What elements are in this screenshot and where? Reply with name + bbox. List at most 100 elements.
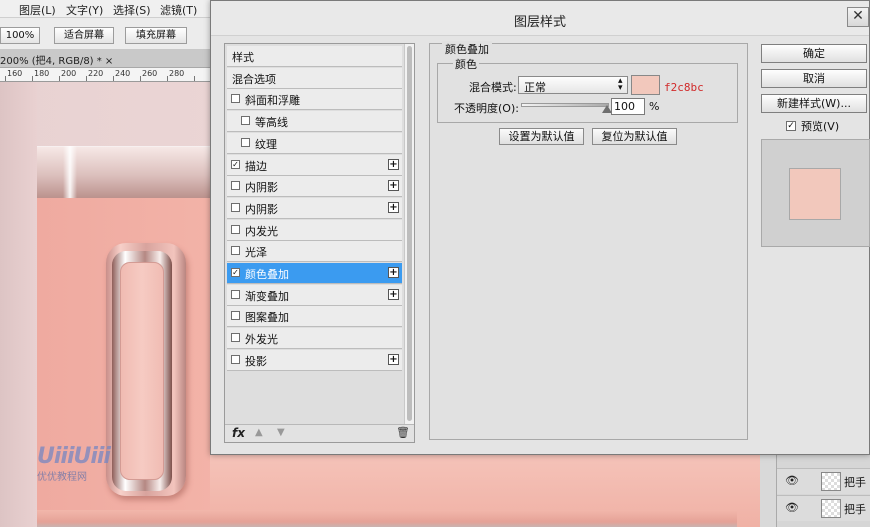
style-item[interactable]: 斜面和浮雕 xyxy=(227,89,402,111)
checkbox[interactable] xyxy=(241,116,250,126)
color-hex-label: f2c8bc xyxy=(664,81,704,94)
opacity-unit: % xyxy=(649,100,660,113)
style-item[interactable]: 图案叠加 xyxy=(227,306,402,328)
canvas-bottom-edge xyxy=(37,510,737,527)
canvas-handle-inner xyxy=(120,262,164,480)
style-item-label: 外发光 xyxy=(245,333,278,347)
add-icon[interactable]: + xyxy=(388,353,399,365)
style-item-label: 内阴影 xyxy=(245,202,278,216)
style-item-label: 内发光 xyxy=(245,224,278,238)
reset-default-button[interactable]: 复位为默认值 xyxy=(592,128,677,145)
document-tab[interactable]: 200% (把4, RGB/8) * × xyxy=(0,50,210,68)
ruler-tick-label: 180 xyxy=(34,69,50,78)
new-style-button[interactable]: 新建样式(W)... xyxy=(761,94,867,113)
set-default-button[interactable]: 设置为默认值 xyxy=(499,128,584,145)
opacity-input[interactable]: 100 xyxy=(611,98,645,115)
eye-icon[interactable]: 👁 xyxy=(785,474,799,487)
move-up-icon[interactable]: ▲ xyxy=(255,427,263,438)
checkbox[interactable] xyxy=(231,224,240,234)
blend-mode-value: 正常 xyxy=(524,81,546,94)
eye-icon[interactable]: 👁 xyxy=(785,501,799,514)
menu-filter[interactable]: 滤镜(T) xyxy=(160,2,197,18)
style-item[interactable]: 渐变叠加 + xyxy=(227,284,402,306)
style-item-label: 颜色叠加 xyxy=(245,268,289,281)
ruler-tick-label: 200 xyxy=(61,69,77,78)
style-item[interactable]: 内阴影 + xyxy=(227,197,402,219)
style-item-label: 描边 xyxy=(245,159,267,173)
add-icon[interactable]: + xyxy=(388,180,399,192)
menu-layer[interactable]: 图层(L) xyxy=(19,2,56,18)
checkbox[interactable] xyxy=(231,354,240,364)
chevron-updown-icon: ▴ ▾ xyxy=(618,76,623,93)
layer-row[interactable]: 👁 把手 xyxy=(777,495,870,521)
watermark-logo: UiiiUiii xyxy=(37,444,111,469)
checkbox-checked[interactable]: ✓ xyxy=(231,159,240,169)
add-icon[interactable]: + xyxy=(388,158,399,170)
scrollbar-thumb[interactable] xyxy=(407,46,412,421)
checkbox-checked[interactable]: ✓ xyxy=(231,268,240,277)
ruler-tick-label: 160 xyxy=(7,69,23,78)
layer-name: 把手 xyxy=(844,503,866,516)
style-item[interactable]: 样式 xyxy=(227,46,402,67)
checkbox[interactable] xyxy=(231,181,240,191)
style-item[interactable]: 投影 + xyxy=(227,349,402,371)
blend-mode-select[interactable]: 正常 ▴ ▾ xyxy=(518,76,628,94)
options-bar: 100% 适合屏幕 填充屏幕 xyxy=(0,18,210,50)
blend-mode-label: 混合模式: xyxy=(469,81,517,94)
checkbox[interactable] xyxy=(231,246,240,256)
panel-group-title: 颜色叠加 xyxy=(442,41,492,57)
add-icon[interactable]: + xyxy=(388,267,399,278)
ok-button[interactable]: 确定 xyxy=(761,44,867,63)
color-swatch[interactable] xyxy=(631,75,660,95)
checkbox[interactable] xyxy=(241,137,250,147)
add-icon[interactable]: + xyxy=(388,201,399,213)
style-item[interactable]: ✓ 颜色叠加 + xyxy=(227,263,402,284)
style-item[interactable]: 内发光 xyxy=(227,219,402,241)
style-item-label: 等高线 xyxy=(255,116,288,130)
style-item[interactable]: 等高线 xyxy=(227,111,402,133)
add-icon[interactable]: + xyxy=(388,288,399,300)
fill-screen-button[interactable]: 填充屏幕 xyxy=(125,27,187,44)
ruler-tick-label: 260 xyxy=(142,69,158,78)
checkbox[interactable] xyxy=(231,333,240,343)
style-list: 样式 混合选项 斜面和浮雕 等高线 纹理 ✓ 描边 + 内阴影 + 内阴影 + 内发光 光泽 ✓ 颜色叠加 + 渐… xyxy=(224,43,415,443)
zoom-field[interactable]: 100% xyxy=(0,27,40,44)
checkbox[interactable] xyxy=(231,202,240,212)
style-item[interactable]: ✓ 描边 + xyxy=(227,154,402,176)
style-item-label: 斜面和浮雕 xyxy=(245,94,300,108)
layer-row[interactable]: 👁 把手 xyxy=(777,468,870,494)
dialog-title: 图层样式 xyxy=(513,15,566,30)
style-item[interactable]: 外发光 xyxy=(227,328,402,350)
checkbox[interactable] xyxy=(231,311,240,321)
menu-select[interactable]: 选择(S) xyxy=(113,2,151,18)
style-item[interactable]: 光泽 xyxy=(227,241,402,263)
move-down-icon[interactable]: ▼ xyxy=(277,427,285,438)
layer-thumbnail xyxy=(821,472,841,491)
style-item[interactable]: 混合选项 xyxy=(227,67,402,89)
style-item-label: 投影 xyxy=(245,354,267,368)
opacity-slider[interactable] xyxy=(521,103,609,107)
fx-icon[interactable]: fx xyxy=(232,426,245,440)
trash-icon[interactable]: 🗑 xyxy=(396,426,410,439)
style-item[interactable]: 纹理 xyxy=(227,132,402,154)
checkbox[interactable] xyxy=(231,94,240,104)
opacity-label: 不透明度(O): xyxy=(454,102,519,115)
dialog-titlebar[interactable]: 图层样式 ✕ xyxy=(211,1,869,36)
color-section-title: 颜色 xyxy=(453,56,479,72)
fit-screen-button[interactable]: 适合屏幕 xyxy=(54,27,114,44)
style-item-label: 内阴影 xyxy=(245,181,278,195)
layer-thumbnail xyxy=(821,499,841,518)
checkbox[interactable] xyxy=(231,289,240,299)
canvas-left-shadow xyxy=(0,82,37,527)
style-list-footer: fx ▲ ▼ 🗑 xyxy=(225,424,414,442)
ruler-tick-label: 280 xyxy=(169,69,185,78)
ruler-tick-label: 240 xyxy=(115,69,131,78)
close-icon[interactable]: ✕ xyxy=(847,7,869,27)
menu-type[interactable]: 文字(Y) xyxy=(66,2,103,18)
style-item-label: 渐变叠加 xyxy=(245,289,289,303)
preview-checkbox[interactable]: ✓ xyxy=(786,121,796,131)
cancel-button[interactable]: 取消 xyxy=(761,69,867,88)
preview-swatch xyxy=(789,168,841,220)
layer-name: 把手 xyxy=(844,476,866,489)
style-item[interactable]: 内阴影 + xyxy=(227,176,402,198)
